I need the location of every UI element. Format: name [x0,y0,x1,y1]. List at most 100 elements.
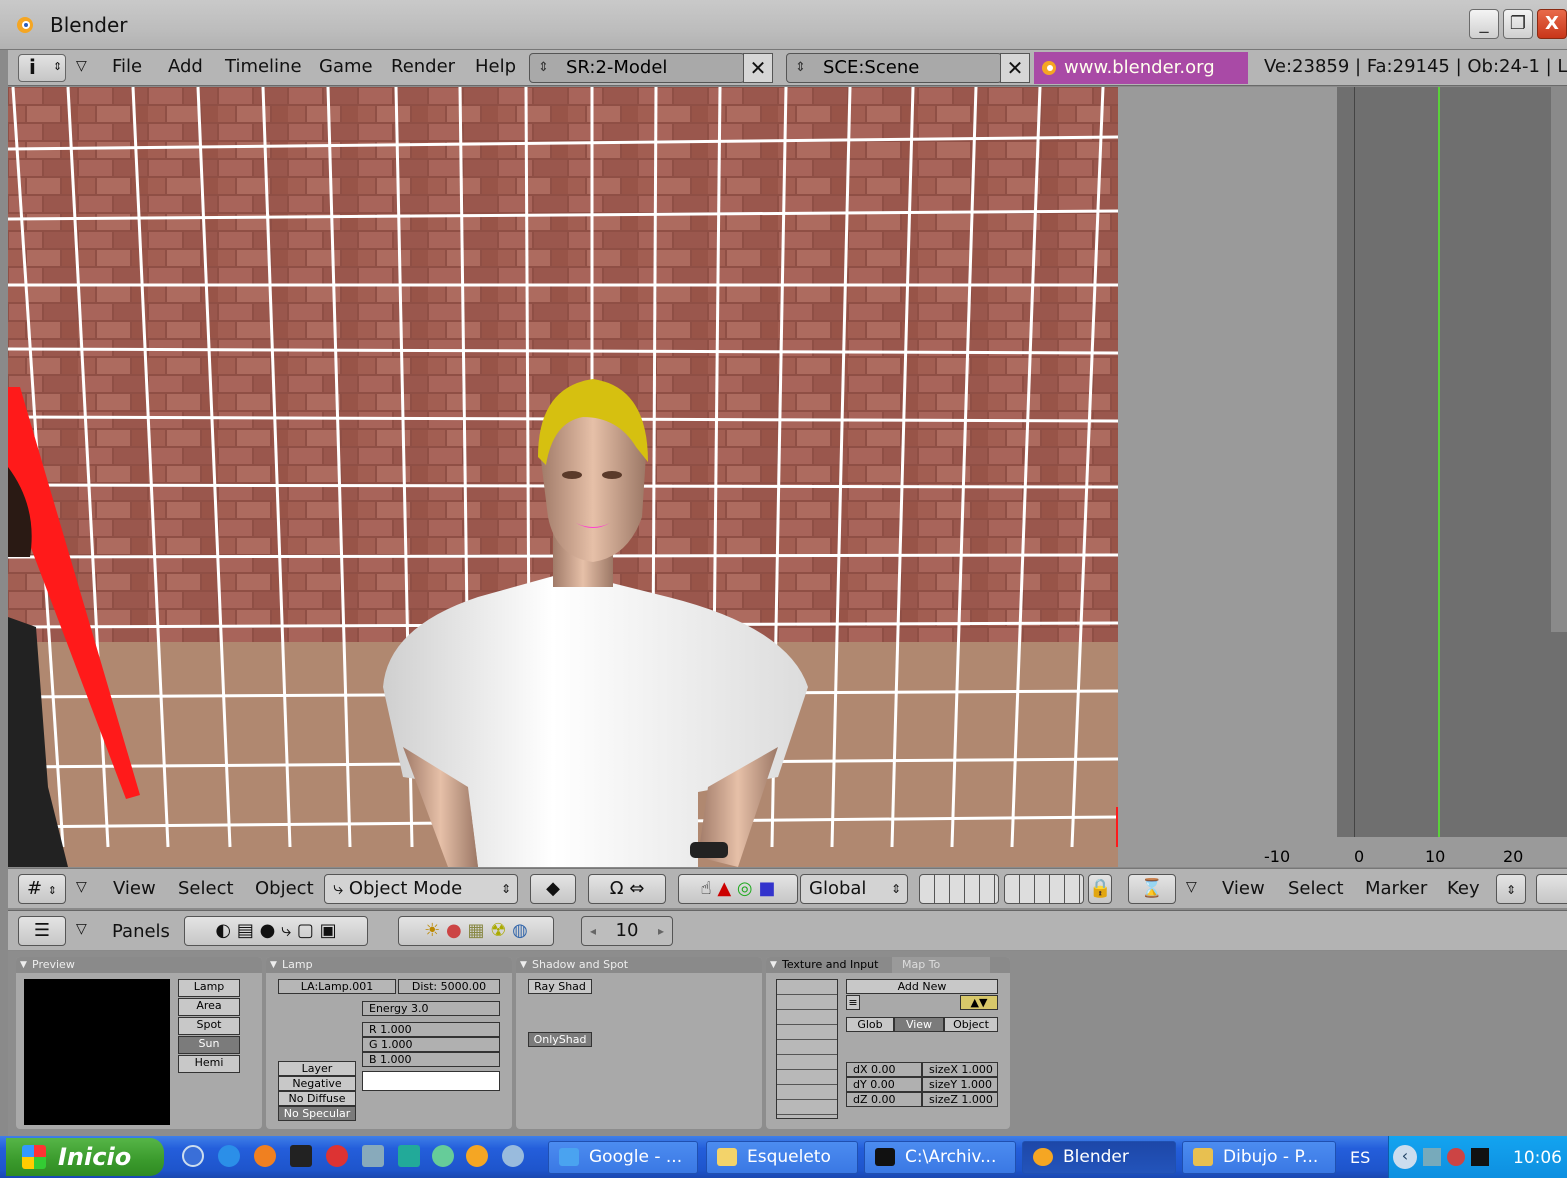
menu-help[interactable]: Help [475,56,516,77]
no-specular-toggle[interactable]: No Specular [278,1106,356,1121]
texture-channel-list[interactable] [776,979,838,1119]
size-x-field[interactable]: sizeX 1.000 [922,1062,998,1077]
antivirus-icon[interactable] [1447,1148,1465,1166]
app-icon[interactable] [502,1145,524,1167]
no-diffuse-toggle[interactable]: No Diffuse [278,1091,356,1106]
pivot-button[interactable]: Ω ⇔ [588,874,666,904]
task-esqueleto[interactable]: Esqueleto [706,1141,858,1174]
manipulator-buttons[interactable]: ☝ ▲ ◎ ■ [678,874,798,904]
scene-selector[interactable]: ⇕ SCE:Scene [786,53,1002,83]
delete-scene-button[interactable]: ✕ [1000,53,1030,83]
app-icon[interactable] [362,1145,384,1167]
menu-select[interactable]: Select [1288,878,1344,899]
tray-app-icon[interactable] [1471,1148,1489,1166]
tray-expand-icon[interactable]: ‹ [1393,1145,1417,1169]
lamp-color-swatch[interactable] [362,1071,500,1091]
layer-toggle[interactable]: Layer [278,1061,356,1076]
task-paint[interactable]: Dibujo - P... [1182,1141,1336,1174]
menu-timeline[interactable]: Timeline [225,56,302,77]
editor-type-timeline-button[interactable]: ⌛ [1128,874,1176,904]
lamp-type-hemi[interactable]: Hemi [178,1055,240,1073]
add-new-texture-button[interactable]: Add New [846,979,998,994]
context-buttons[interactable]: ◐ ▤ ● ⤷ ▢ ▣ [184,916,368,946]
editor-type-buttons-button[interactable]: ☰ [18,916,66,946]
menu-marker[interactable]: Marker [1365,878,1427,899]
size-z-field[interactable]: sizeZ 1.000 [922,1092,998,1107]
network-icon[interactable] [1423,1148,1441,1166]
timeline-selector[interactable]: ⇕ [1496,874,1526,904]
orientation-selector[interactable]: Global ⇕ [800,874,908,904]
menu-game[interactable]: Game [319,56,373,77]
collapse-menu-icon[interactable]: ▽ [1186,879,1197,895]
coord-object-button[interactable]: Object [944,1017,998,1032]
blender-icon[interactable] [466,1145,488,1167]
lamp-type-sun[interactable]: Sun [178,1036,240,1054]
firefox-icon[interactable] [254,1145,276,1167]
preview-panel-title[interactable]: Preview [16,957,262,973]
coord-glob-button[interactable]: Glob [846,1017,894,1032]
size-y-field[interactable]: sizeY 1.000 [922,1077,998,1092]
texture-arrows-icon[interactable]: ▲▼ [960,995,998,1010]
lamp-panel-title[interactable]: Lamp [266,957,512,973]
map-to-tab[interactable]: Map To [892,957,990,973]
menu-select[interactable]: Select [178,878,234,899]
lamp-name-field[interactable]: LA:Lamp.001 [278,979,396,994]
messenger-icon[interactable] [432,1145,454,1167]
language-indicator[interactable]: ES [1350,1148,1370,1167]
layer-buttons-1[interactable] [919,874,999,904]
menu-render[interactable]: Render [391,56,455,77]
only-shadow-toggle[interactable]: OnlyShad [528,1032,592,1047]
menu-file[interactable]: File [112,56,142,77]
lock-icon[interactable]: 🔒 [1088,874,1112,904]
close-button[interactable]: X [1537,9,1567,39]
3d-viewport[interactable] [8,87,1118,867]
start-button[interactable]: Inicio [6,1138,164,1176]
blender-url-banner[interactable]: www.blender.org 243 [1034,52,1248,110]
menu-view[interactable]: View [113,878,156,899]
lamp-type-lamp[interactable]: Lamp [178,979,240,997]
blue-slider[interactable]: B 1.000 [362,1052,500,1067]
mode-selector[interactable]: ⤷ Object Mode ⇕ [324,874,518,904]
editor-type-3d-button[interactable]: # ⇕ [18,874,66,904]
collapse-menu-icon[interactable]: ▽ [76,921,87,937]
task-google[interactable]: Google - ... [548,1141,698,1174]
timeline-field[interactable] [1536,874,1567,904]
app-icon[interactable] [398,1145,420,1167]
energy-slider[interactable]: Energy 3.0 [362,1001,500,1016]
draw-type-button[interactable]: ◆ [530,874,576,904]
lamp-type-area[interactable]: Area [178,998,240,1016]
ie-icon[interactable] [218,1145,240,1167]
lamp-type-spot[interactable]: Spot [178,1017,240,1035]
offset-x-field[interactable]: dX 0.00 [846,1062,922,1077]
layer-buttons-2[interactable] [1004,874,1084,904]
offset-z-field[interactable]: dZ 0.00 [846,1092,922,1107]
quicklaunch-icon[interactable] [182,1145,204,1167]
texture-browse-button[interactable]: ≡ [846,995,860,1010]
screen-selector[interactable]: ⇕ SR:2-Model [529,53,745,83]
shading-subcontext-buttons[interactable]: ☀ ● ▦ ☢ ◍ [398,916,554,946]
shadow-panel-title[interactable]: Shadow and Spot [516,957,762,973]
coord-view-button[interactable]: View [894,1017,944,1032]
ray-shadow-toggle[interactable]: Ray Shad [528,979,592,994]
panels-menu[interactable]: Panels [112,921,170,942]
collapse-menu-icon[interactable]: ▽ [76,879,87,895]
negative-toggle[interactable]: Negative [278,1076,356,1091]
editor-type-info-button[interactable]: i ⇕ [18,54,66,82]
menu-add[interactable]: Add [168,56,203,77]
minimize-button[interactable]: _ [1469,9,1499,39]
media-icon[interactable] [326,1145,348,1167]
offset-y-field[interactable]: dY 0.00 [846,1077,922,1092]
task-cmd[interactable]: C:\Archiv... [864,1141,1016,1174]
timeline-scrollbar[interactable] [1551,87,1567,632]
menu-view[interactable]: View [1222,878,1265,899]
menu-key[interactable]: Key [1447,878,1480,899]
delete-screen-button[interactable]: ✕ [743,53,773,83]
frame-field[interactable]: ◂ 10 ▸ [581,916,673,946]
collapse-menu-icon[interactable]: ▽ [76,58,87,74]
menu-object[interactable]: Object [255,878,314,899]
red-slider[interactable]: R 1.000 [362,1022,500,1037]
timeline-editor[interactable]: -10 0 10 20 [1118,87,1567,867]
lamp-dist-field[interactable]: Dist: 5000.00 [398,979,500,994]
app-icon[interactable] [290,1145,312,1167]
restore-button[interactable]: ❐ [1503,9,1533,39]
